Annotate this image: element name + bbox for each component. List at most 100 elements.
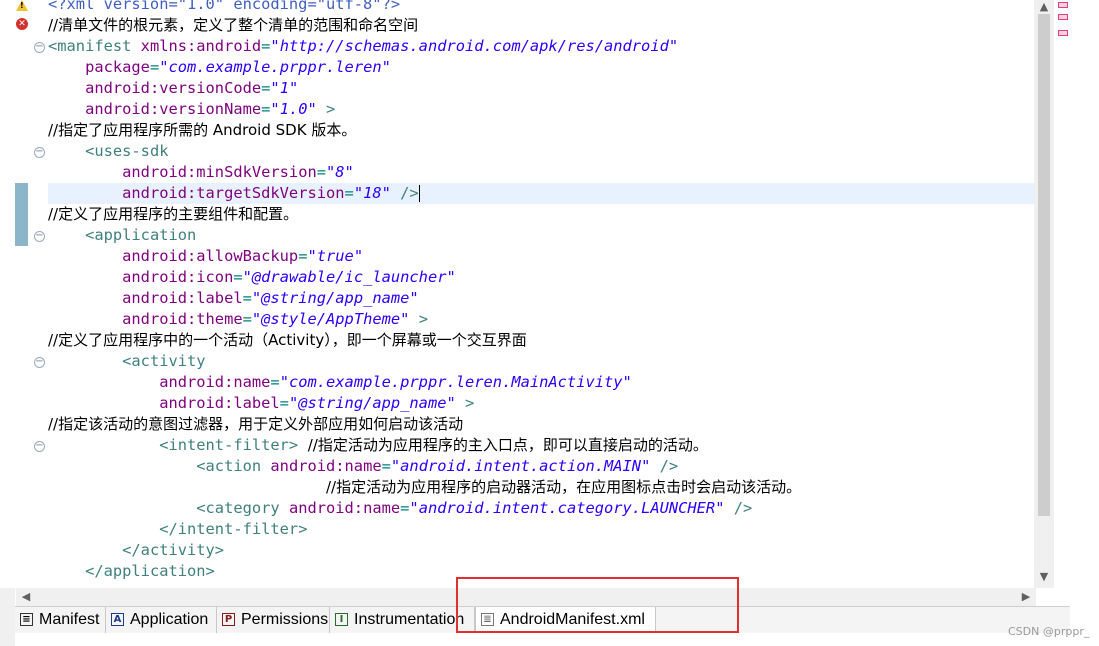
code-token: android:allowBackup bbox=[122, 247, 299, 265]
code-token: android:label bbox=[159, 394, 280, 412]
overview-ruler[interactable] bbox=[1055, 0, 1075, 588]
fold-toggle-icon[interactable]: − bbox=[34, 231, 45, 242]
code-line[interactable]: <manifest xmlns:android="http://schemas.… bbox=[48, 36, 1035, 57]
code-comment: //指定该活动的意图过滤器，用于定义外部应用如何启动该活动 bbox=[48, 415, 464, 433]
code-token: <intent-filter> bbox=[159, 436, 299, 454]
vertical-scrollbar[interactable]: ▲ ▼ bbox=[1034, 0, 1054, 588]
code-line[interactable]: //定义了应用程序中的一个活动（Activity），即一个屏幕或一个交互界面 bbox=[48, 330, 1035, 351]
overview-marker[interactable] bbox=[1058, 2, 1068, 8]
code-line[interactable]: <action android:name="android.intent.act… bbox=[48, 456, 1035, 477]
tab-instrumentation[interactable]: I Instrumentation bbox=[330, 607, 475, 633]
code-line[interactable]: android:name="com.example.prppr.leren.Ma… bbox=[48, 372, 1035, 393]
code-line[interactable]: //指定活动为应用程序的启动器活动，在应用图标点击时会启动该活动。 bbox=[48, 477, 1035, 498]
scroll-up-icon[interactable]: ▲ bbox=[1034, 0, 1054, 13]
left-edge bbox=[0, 588, 15, 646]
code-token: android:icon bbox=[122, 268, 234, 286]
code-line[interactable]: android:icon="@drawable/ic_launcher" bbox=[48, 267, 1035, 288]
code-line[interactable]: android:label="@string/app_name" bbox=[48, 288, 1035, 309]
code-token: </intent-filter> bbox=[159, 520, 308, 538]
code-line[interactable]: //指定了应用程序所需的 Android SDK 版本。 bbox=[48, 120, 1035, 141]
tab-application[interactable]: A Application bbox=[106, 607, 217, 633]
fold-toggle-icon[interactable]: − bbox=[34, 42, 45, 53]
code-token: "1.0" bbox=[270, 100, 317, 118]
code-line[interactable]: android:allowBackup="true" bbox=[48, 246, 1035, 267]
overview-marker[interactable] bbox=[1058, 14, 1068, 20]
code-token: "true" bbox=[307, 247, 364, 265]
code-line[interactable]: android:versionName="1.0" > bbox=[48, 99, 1035, 120]
code-token: = bbox=[242, 310, 252, 328]
code-line[interactable]: android:minSdkVersion="8" bbox=[48, 162, 1035, 183]
scroll-down-icon[interactable]: ▼ bbox=[1034, 570, 1054, 583]
code-line[interactable]: <category android:name="android.intent.c… bbox=[48, 498, 1035, 519]
code-line[interactable]: //清单文件的根元素，定义了整个清单的范围和命名空间 bbox=[48, 15, 1035, 36]
code-token: "@string/app_name" bbox=[251, 289, 419, 307]
code-token: "@style/AppTheme" bbox=[251, 310, 410, 328]
tab-manifest[interactable]: ≡ Manifest bbox=[15, 607, 106, 633]
code-token: <action bbox=[196, 457, 271, 475]
instrumentation-icon: I bbox=[335, 613, 348, 626]
tab-label: Manifest bbox=[39, 611, 100, 628]
code-line[interactable]: android:label="@string/app_name" > bbox=[48, 393, 1035, 414]
code-token: <application bbox=[85, 226, 197, 244]
code-line[interactable]: <activity bbox=[48, 351, 1035, 372]
code-token: /> bbox=[650, 457, 679, 475]
code-token: android:name bbox=[288, 499, 401, 517]
code-line[interactable]: <intent-filter> //指定活动为应用程序的主入口点，即可以直接启动… bbox=[48, 435, 1035, 456]
code-token: "18" bbox=[353, 184, 391, 202]
code-line[interactable]: </activity> bbox=[48, 540, 1035, 561]
code-comment: //定义了应用程序中的一个活动（Activity），即一个屏幕或一个交互界面 bbox=[48, 331, 527, 349]
code-line[interactable]: android:versionCode="1" bbox=[48, 78, 1035, 99]
tab-permissions[interactable]: P Permissions bbox=[217, 607, 330, 633]
fold-toggle-icon[interactable]: − bbox=[34, 147, 45, 158]
code-token: > bbox=[455, 394, 475, 412]
manifest-icon: ≡ bbox=[20, 613, 33, 626]
code-line[interactable]: <uses-sdk bbox=[48, 141, 1035, 162]
permissions-icon: P bbox=[222, 613, 235, 626]
code-line[interactable]: android:targetSdkVersion="18" /> bbox=[48, 183, 1035, 204]
error-icon[interactable]: ✕ bbox=[16, 18, 28, 30]
code-line[interactable]: <?xml version="1.0" encoding="utf-8"?> bbox=[48, 0, 1035, 15]
code-comment: //定义了应用程序的主要组件和配置。 bbox=[48, 205, 299, 223]
fold-toggle-icon[interactable]: − bbox=[34, 357, 45, 368]
vertical-scroll-thumb[interactable] bbox=[1038, 14, 1050, 516]
code-token: "com.example.prppr.leren" bbox=[159, 58, 391, 76]
code-token: "com.example.prppr.leren.MainActivity" bbox=[279, 373, 632, 391]
code-line[interactable]: <application bbox=[48, 225, 1035, 246]
tab-label: Application bbox=[130, 611, 209, 628]
code-token: <activity bbox=[122, 352, 206, 370]
scroll-left-icon[interactable]: ◀ bbox=[16, 590, 36, 603]
fold-toggle-icon[interactable]: − bbox=[34, 441, 45, 452]
code-token: <manifest bbox=[48, 37, 141, 55]
code-editor[interactable]: ! ✕ − − − − − <?xml version="1.0" encodi… bbox=[0, 0, 1055, 588]
code-token: = bbox=[233, 268, 243, 286]
code-line[interactable]: //定义了应用程序的主要组件和配置。 bbox=[48, 204, 1035, 225]
code-line[interactable]: //指定该活动的意图过滤器，用于定义外部应用如何启动该活动 bbox=[48, 414, 1035, 435]
code-token: xmlns:android bbox=[140, 37, 262, 55]
code-token: android:targetSdkVersion bbox=[122, 184, 345, 202]
code-token: <?xml version="1.0" encoding="utf-8"?> bbox=[48, 0, 401, 13]
change-marker bbox=[15, 183, 28, 204]
code-token: /> bbox=[724, 499, 753, 517]
scroll-right-icon[interactable]: ▶ bbox=[1016, 590, 1036, 603]
code-token: "1" bbox=[270, 79, 299, 97]
code-token: android:theme bbox=[122, 310, 243, 328]
text-caret bbox=[418, 185, 420, 202]
code-line[interactable]: </intent-filter> bbox=[48, 519, 1035, 540]
warning-icon[interactable]: ! bbox=[16, 0, 28, 11]
code-comment: //指定了应用程序所需的 Android SDK 版本。 bbox=[48, 121, 357, 139]
code-token: <uses-sdk bbox=[85, 142, 169, 160]
overview-marker[interactable] bbox=[1058, 30, 1068, 36]
code-token: = bbox=[270, 373, 280, 391]
code-line[interactable]: android:theme="@style/AppTheme" > bbox=[48, 309, 1035, 330]
code-line[interactable]: package="com.example.prppr.leren" bbox=[48, 57, 1035, 78]
